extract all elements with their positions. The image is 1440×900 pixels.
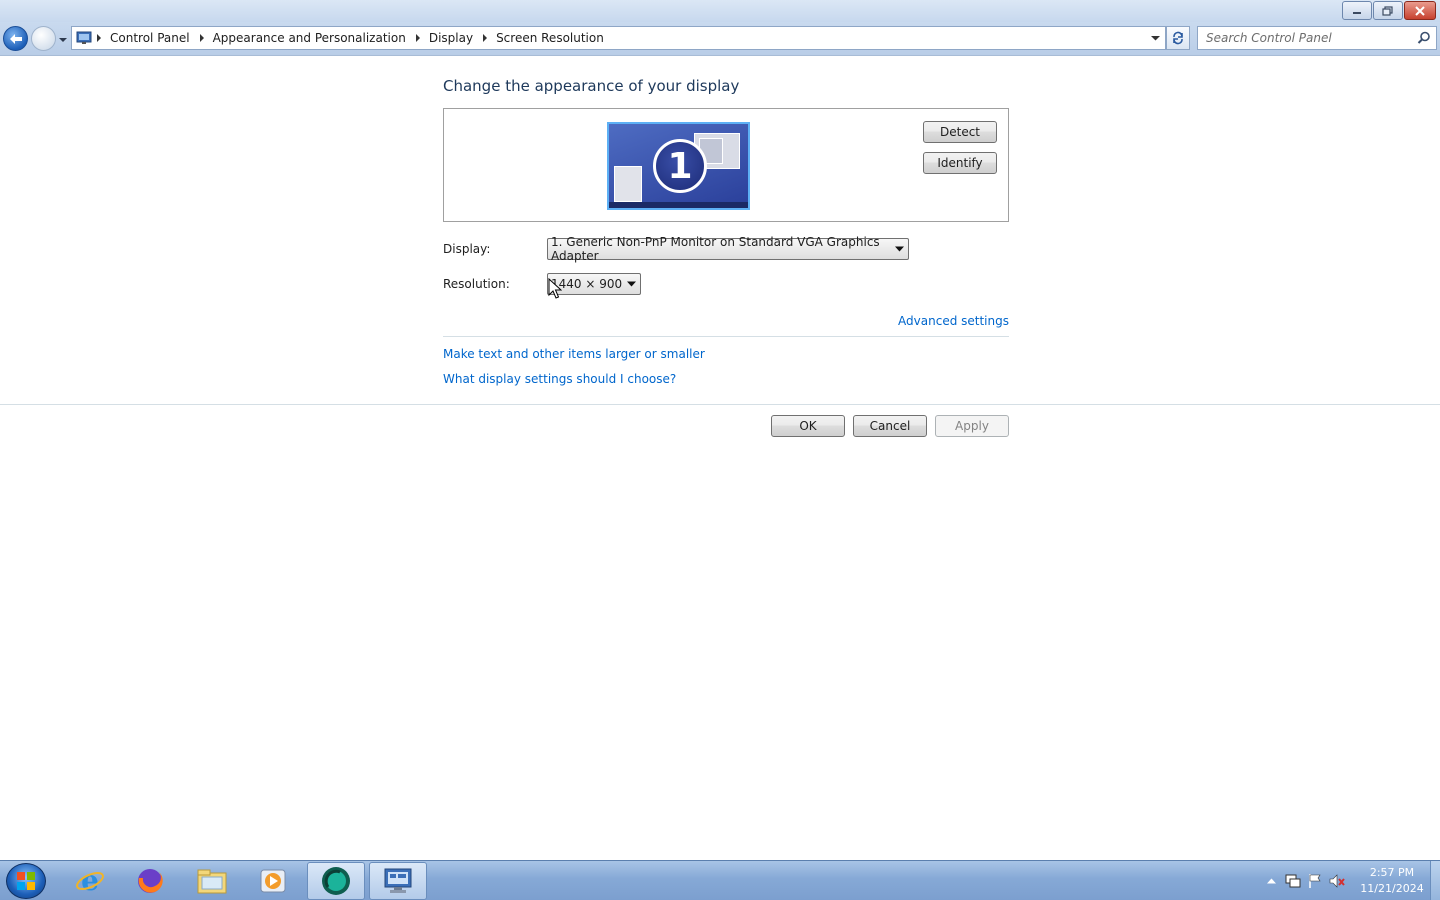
divider: [443, 336, 1009, 337]
search-icon[interactable]: [1417, 31, 1431, 45]
identify-button[interactable]: Identify: [923, 152, 997, 174]
taskbar-firefox[interactable]: [121, 862, 179, 900]
page-title: Change the appearance of your display: [443, 77, 740, 95]
show-desktop-button[interactable]: [1430, 861, 1440, 900]
restore-icon: [1382, 5, 1393, 16]
refresh-icon: [1173, 31, 1183, 45]
display-label: Display:: [443, 242, 491, 256]
window-thumbnail: [614, 166, 642, 202]
firefox-icon: [138, 869, 163, 893]
taskbar-internet-explorer[interactable]: e: [61, 862, 119, 900]
app-icon: [322, 867, 350, 895]
monitor-taskbar-thumbnail: [609, 202, 748, 208]
clock[interactable]: 2:57 PM 11/21/2024: [1356, 865, 1428, 897]
clock-date: 11/21/2024: [1360, 882, 1424, 895]
media-player-icon: [260, 869, 286, 893]
title-bar: [0, 0, 1440, 22]
taskbar-file-explorer[interactable]: [183, 862, 241, 900]
chevron-down-icon: [627, 281, 636, 287]
clock-time: 2:57 PM: [1369, 866, 1415, 879]
search-box[interactable]: [1197, 26, 1437, 50]
control-panel-icon: [384, 868, 412, 893]
display-select-value: 1. Generic Non-PnP Monitor on Standard V…: [551, 235, 880, 263]
chevron-right-icon[interactable]: [92, 31, 106, 45]
text-size-link[interactable]: Make text and other items larger or smal…: [443, 347, 705, 361]
breadcrumb-display[interactable]: Display: [425, 31, 478, 45]
chevron-right-icon[interactable]: [195, 31, 209, 45]
taskbar-control-panel[interactable]: [369, 862, 427, 900]
tray-volume[interactable]: [1326, 871, 1348, 891]
chevron-right-icon[interactable]: [411, 31, 425, 45]
monitor-number: 1: [653, 139, 707, 193]
address-bar[interactable]: Control Panel Appearance and Personaliza…: [71, 26, 1166, 50]
window-controls: [1342, 1, 1436, 20]
monitor-1-thumbnail[interactable]: 1: [607, 122, 750, 210]
forward-button[interactable]: [31, 26, 56, 51]
tray-network[interactable]: [1282, 871, 1304, 891]
ok-button[interactable]: OK: [771, 415, 845, 437]
network-icon: [1285, 874, 1301, 888]
taskbar-app[interactable]: [307, 862, 365, 900]
address-history-dropdown-icon[interactable]: [1147, 30, 1163, 46]
cancel-button[interactable]: Cancel: [853, 415, 927, 437]
navigation-bar: Control Panel Appearance and Personaliza…: [0, 22, 1440, 56]
breadcrumb-control-panel[interactable]: Control Panel: [106, 31, 195, 45]
show-hidden-icons-button[interactable]: [1260, 871, 1282, 891]
display-help-link[interactable]: What display settings should I choose?: [443, 372, 676, 386]
mouse-pointer-icon: [548, 278, 562, 299]
taskbar-media-player[interactable]: [244, 862, 302, 900]
file-explorer-icon: [197, 869, 227, 894]
close-button[interactable]: [1404, 1, 1436, 20]
minimize-button[interactable]: [1342, 1, 1372, 20]
volume-muted-icon: [1329, 874, 1345, 888]
refresh-button[interactable]: [1166, 26, 1190, 50]
back-arrow-icon: [9, 33, 22, 44]
start-button[interactable]: [6, 863, 46, 899]
minimize-icon: [1353, 11, 1361, 14]
back-button[interactable]: [3, 26, 28, 51]
divider: [0, 404, 1440, 405]
detect-button[interactable]: Detect: [923, 121, 997, 143]
internet-explorer-icon: e: [76, 866, 104, 896]
display-select[interactable]: 1. Generic Non-PnP Monitor on Standard V…: [547, 235, 909, 263]
chevron-up-icon: [1266, 878, 1276, 884]
close-icon: [1415, 5, 1425, 16]
flag-icon: [1309, 874, 1321, 888]
recent-pages-dropdown-icon[interactable]: [58, 35, 68, 45]
advanced-settings-link[interactable]: Advanced settings: [898, 314, 1009, 328]
svg-text:e: e: [81, 866, 99, 896]
breadcrumb-appearance[interactable]: Appearance and Personalization: [209, 31, 411, 45]
breadcrumb-screen-resolution[interactable]: Screen Resolution: [492, 31, 609, 45]
apply-button[interactable]: Apply: [935, 415, 1009, 437]
chevron-down-icon: [895, 246, 904, 252]
taskbar: e 2:57 PM 11/21/2024: [0, 860, 1440, 900]
windows-logo-icon: [17, 872, 35, 890]
display-preview-panel: 1 Detect Identify: [443, 108, 1009, 222]
tray-action-center[interactable]: [1304, 871, 1326, 891]
resolution-label: Resolution:: [443, 277, 510, 291]
chevron-right-icon[interactable]: [478, 31, 492, 45]
control-panel-icon: [76, 31, 92, 44]
search-input[interactable]: [1206, 31, 1416, 45]
system-tray: 2:57 PM 11/21/2024: [1260, 861, 1440, 900]
restore-button[interactable]: [1373, 1, 1403, 20]
